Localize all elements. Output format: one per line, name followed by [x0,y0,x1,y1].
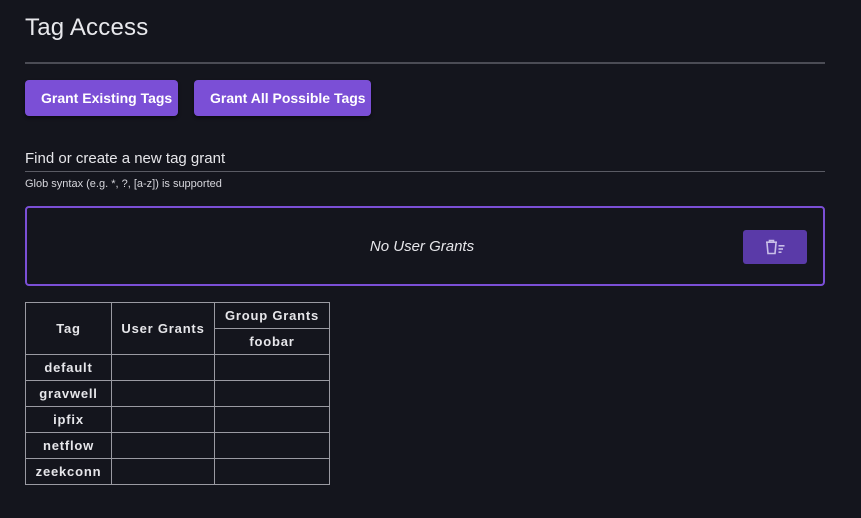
tag-cell: default [25,354,112,381]
glob-syntax-hint: Glob syntax (e.g. *, ?, [a-z]) is suppor… [25,178,222,190]
title-divider [25,62,825,64]
group-grant-cell[interactable] [214,380,330,407]
header-group-foobar: foobar [214,328,330,355]
page-title: Tag Access [25,14,149,41]
table-row: default [25,354,330,381]
group-grant-cell[interactable] [214,458,330,485]
tag-cell: ipfix [25,406,112,433]
tag-grant-search [25,146,825,172]
clear-grants-button[interactable] [743,230,807,264]
user-grant-cell[interactable] [111,380,215,407]
tag-cell: gravwell [25,380,112,407]
table-row: ipfix [25,406,330,433]
header-tag: Tag [25,302,112,355]
table-row: netflow [25,432,330,459]
user-grant-cell[interactable] [111,458,215,485]
no-user-grants-text: No User Grants [369,238,475,255]
tag-grant-search-input[interactable] [25,146,825,172]
grant-existing-tags-button[interactable]: Grant Existing Tags [25,80,178,116]
clear-list-icon [743,239,807,255]
tag-cell: zeekconn [25,458,112,485]
header-user-grants: User Grants [111,302,215,355]
header-group-grants: Group Grants [214,302,330,329]
group-grant-cell[interactable] [214,354,330,381]
table-row: gravwell [25,380,330,407]
tag-cell: netflow [25,432,112,459]
group-grant-cell[interactable] [214,406,330,433]
group-grant-cell[interactable] [214,432,330,459]
grant-all-possible-tags-button[interactable]: Grant All Possible Tags [194,80,371,116]
tag-access-page: Tag Access Grant Existing Tags Grant All… [0,0,861,518]
user-grant-cell[interactable] [111,406,215,433]
user-grants-panel: No User Grants [25,206,825,286]
tag-grants-table: Tag User Grants Group Grants foobar defa… [25,302,330,485]
table-row: zeekconn [25,458,330,485]
user-grant-cell[interactable] [111,432,215,459]
user-grant-cell[interactable] [111,354,215,381]
